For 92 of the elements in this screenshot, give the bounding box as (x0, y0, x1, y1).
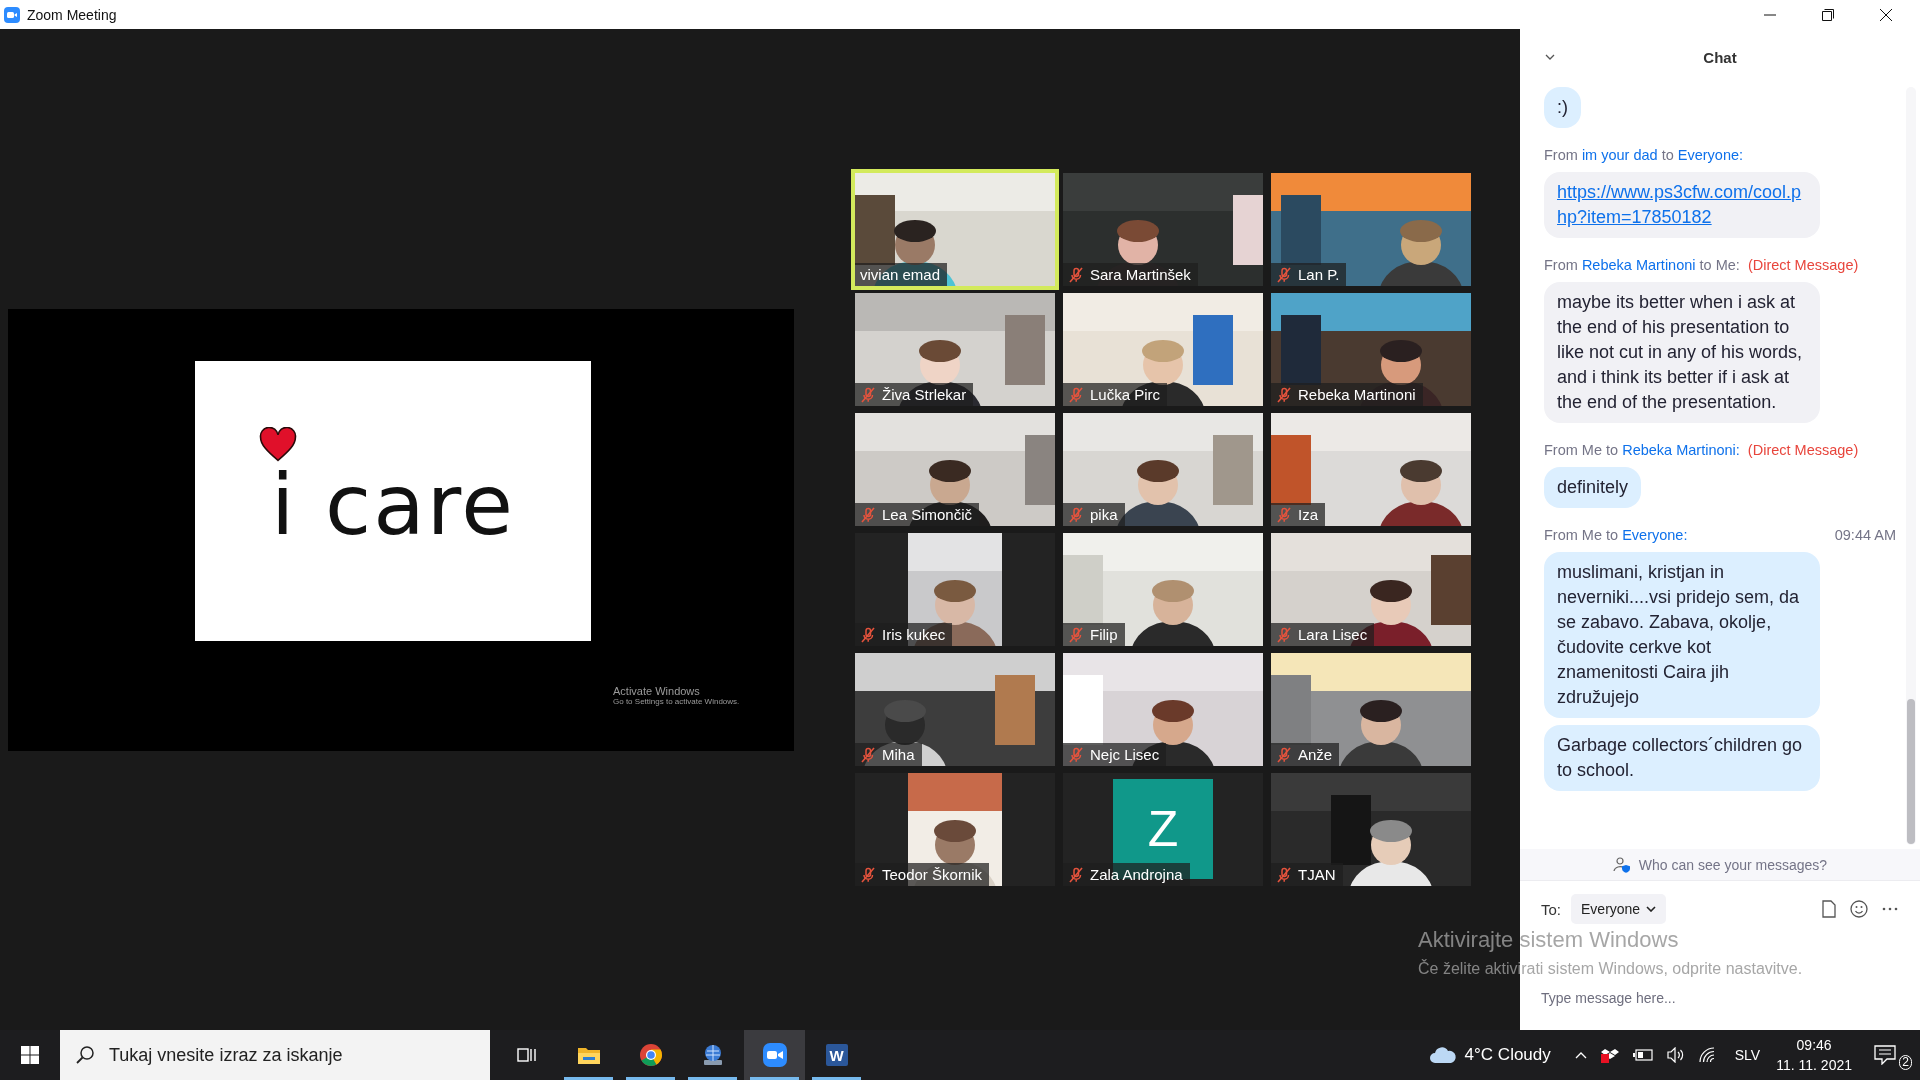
activation-notice: Aktivirajte sistem Windows (1418, 926, 1680, 954)
muted-microphone-icon (860, 386, 876, 403)
participant-name: TJAN (1298, 866, 1336, 883)
weather-text[interactable]: 4°C Cloudy (1464, 1045, 1551, 1065)
muted-microphone-icon (1068, 866, 1084, 883)
recipient-dropdown[interactable]: Everyone (1571, 894, 1667, 924)
message-header: From Me to Rebeka Martinoni: (Direct Message) (1544, 442, 1859, 458)
recipient-label: To: (1541, 900, 1561, 918)
video-camera-icon (762, 1043, 787, 1067)
slide-text: i care (270, 457, 516, 554)
caret-icon (1646, 906, 1657, 912)
clock-time[interactable]: 09:46 (1796, 1035, 1832, 1055)
participant-name: Iza (1298, 506, 1318, 523)
participant-name: Rebeka Martinoni (1298, 386, 1416, 403)
video-camera-icon (4, 6, 20, 23)
taskbar-button[interactable] (744, 1030, 805, 1080)
muted-microphone-icon (1276, 746, 1292, 763)
window-title: Zoom Meeting (27, 6, 117, 23)
muted-microphone-icon (860, 506, 876, 523)
participant-name: Zala Androjna (1090, 866, 1183, 883)
file-icon[interactable] (1822, 900, 1836, 918)
message-time: 09:44 AM (1834, 527, 1896, 543)
emoji-icon[interactable] (1850, 900, 1868, 918)
message-bubble: :) (1544, 87, 1581, 128)
notification-badge: 2 (1899, 1055, 1912, 1070)
language-indicator[interactable]: SLV (1734, 1047, 1761, 1063)
muted-microphone-icon (1068, 746, 1084, 763)
muted-microphone-icon (1068, 506, 1084, 523)
avatar-initial: Z (1147, 800, 1179, 858)
participant-name: pika (1090, 506, 1118, 523)
muted-microphone-icon (1276, 386, 1292, 403)
chevron-down-icon[interactable] (1545, 54, 1555, 60)
chat-title: Chat (1703, 48, 1737, 66)
muted-microphone-icon (1068, 266, 1084, 283)
activation-hint: Go to Settings to activate Windows. (613, 696, 740, 706)
search-icon (76, 1046, 94, 1064)
chat-link[interactable]: https://www.ps3cfw.com/cool.php?item=17850182 (1557, 180, 1807, 230)
participant-name: Živa Strlekar (882, 386, 967, 403)
message-bubble: definitely (1544, 467, 1642, 508)
message-bubble: Garbage collectors´children go to school. (1544, 725, 1820, 791)
more-icon[interactable] (1882, 907, 1898, 911)
document-icon: W (825, 1044, 848, 1066)
speaker-icon[interactable] (1666, 1047, 1685, 1063)
search-field[interactable]: Tukaj vnesite izraz za iskanje (60, 1030, 490, 1080)
participant-name: Iris kukec (882, 626, 946, 643)
restore-icon[interactable] (1822, 8, 1834, 21)
task-view-icon (516, 1046, 537, 1064)
message-bubble: muslimani, kristjan in neverniki....vsi pridejo sem, da se zabavo. Zabava, okolje, čudovite cerkve kot znamenitosti Caira jih združujejo (1544, 552, 1820, 718)
privacy-note: Who can see your messages? (1638, 856, 1828, 873)
muted-microphone-icon (1068, 626, 1084, 643)
message-header: From Rebeka Martinoni to Me: (Direct Message) (1544, 257, 1859, 273)
privacy-bar[interactable]: Who can see your messages? (1520, 849, 1920, 881)
participant-name: Lan P. (1298, 266, 1340, 283)
message-header: From Me to Everyone: (1544, 527, 1688, 543)
battery-icon[interactable] (1632, 1049, 1653, 1061)
scrollbar-thumb[interactable] (1907, 699, 1915, 844)
taskbar-button[interactable]: W (806, 1030, 867, 1080)
person-shield-icon (1612, 856, 1631, 873)
participant-name: Sara Martinšek (1090, 266, 1191, 283)
muted-microphone-icon (1276, 866, 1292, 883)
round-logo-icon (638, 1043, 663, 1067)
participant-name: vivian emad (860, 266, 941, 283)
participant-name: Lara Lisec (1298, 626, 1368, 643)
muted-microphone-icon (1276, 626, 1292, 643)
participant-name: Teodor Škornik (882, 866, 983, 883)
heart-icon (258, 427, 297, 463)
participant-name: Nejc Lisec (1090, 746, 1160, 763)
muted-microphone-icon (1276, 506, 1292, 523)
clock-date[interactable]: 11. 11. 2021 (1776, 1055, 1852, 1075)
muted-microphone-icon (860, 746, 876, 763)
participant-name: Anže (1298, 746, 1333, 763)
notification-icon[interactable] (1874, 1045, 1896, 1065)
muted-microphone-icon (1276, 266, 1292, 283)
wifi-icon[interactable] (1698, 1047, 1717, 1063)
cloud-icon (1428, 1046, 1457, 1064)
participant-name: Lea Simončič (882, 506, 973, 523)
box-icon[interactable] (1600, 1047, 1619, 1063)
message-header: From im your dad to Everyone: (1544, 147, 1744, 163)
muted-microphone-icon (1068, 386, 1084, 403)
participant-name: Filip (1090, 626, 1118, 643)
close-icon[interactable] (1880, 8, 1892, 21)
muted-microphone-icon (860, 866, 876, 883)
folder-icon (576, 1045, 601, 1065)
caret-up-icon[interactable] (1574, 1051, 1587, 1059)
participant-name: Lučka Pirc (1090, 386, 1161, 403)
activation-notice: Activate Windows (613, 684, 701, 697)
scrollbar[interactable] (1906, 87, 1916, 845)
participant-name: Miha (882, 746, 915, 763)
message-bubble: maybe its better when i ask at the end of his presentation to like not cut in any of his words, and i think its better if i ask at the end of the presentation. (1544, 282, 1820, 423)
muted-microphone-icon (860, 626, 876, 643)
start-button[interactable] (21, 1046, 39, 1064)
message-input[interactable]: Type message here... (1541, 988, 1841, 1008)
